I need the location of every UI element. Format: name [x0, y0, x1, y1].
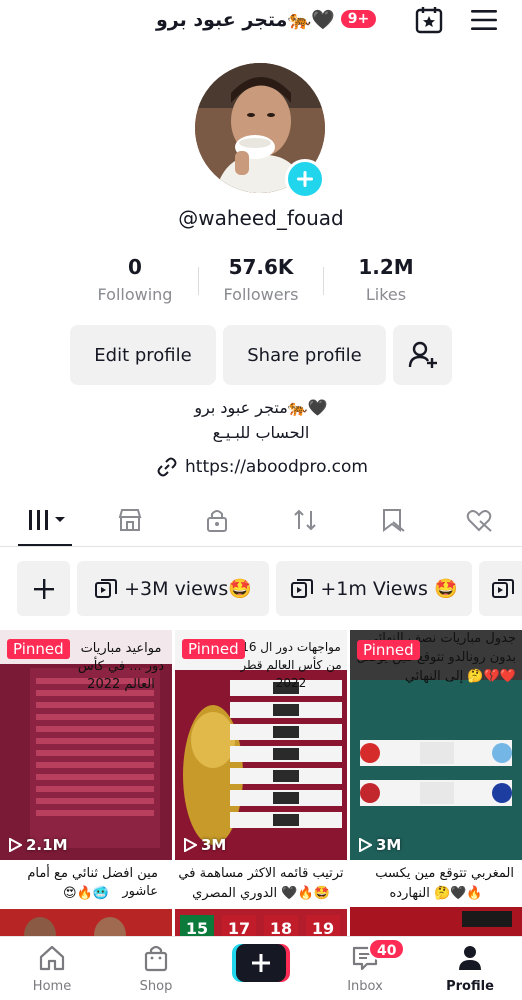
profile-title: متجر عبود برو🐅🖤 — [156, 8, 335, 31]
playlist-icon — [95, 578, 118, 598]
nav-shop[interactable]: Shop — [121, 943, 191, 994]
video-tile[interactable]: مواعيد مباريات دور ... في كأس العالم 202… — [0, 630, 172, 860]
play-icon — [184, 838, 197, 852]
videos-grid-tab-icon[interactable] — [27, 507, 71, 533]
view-count: 3M — [183, 836, 226, 854]
active-tab-indicator — [18, 544, 72, 546]
profile-icon — [459, 946, 481, 970]
pinned-badge: Pinned — [7, 639, 70, 659]
playlist-chip[interactable]: +3M views🤩 — [77, 561, 269, 616]
inbox-badge: 40 — [368, 938, 406, 960]
plus-icon — [297, 171, 313, 187]
top-bar: متجر عبود برو🐅🖤 9+ — [0, 0, 522, 40]
video-caption-line-2: 😍🔥🥶 — [63, 886, 109, 901]
video-tile[interactable]: جدول مباريات نصف النهائي بدون رونالدو تت… — [350, 630, 522, 860]
view-count-text: 3M — [376, 836, 402, 854]
video-tile[interactable]: ترتيب قائمه الاكثر مساهمة في الدوري المص… — [175, 863, 347, 945]
notification-badge: 9+ — [340, 10, 377, 28]
video-tile[interactable]: المغربي تتوقع مين يكسب النهارده 🤔🖤🔥 — [350, 863, 522, 945]
playlist-chips: +3M views🤩 +1m Views 🤩 — [0, 561, 522, 617]
view-count: 3M — [358, 836, 401, 854]
video-caption-line-3: إلى النهائي 🤔💔❤️ — [404, 669, 516, 684]
nav-label: Profile — [446, 979, 494, 994]
profile-tabs — [0, 495, 522, 547]
link-icon — [157, 457, 177, 477]
video-caption: المغربي تتوقع مين يكسب — [375, 866, 514, 881]
nav-label: Home — [32, 979, 72, 994]
profile-stats: 0 Following 57.6K Followers 1.2M Likes — [0, 255, 522, 315]
playlist-label: +3M views🤩 — [124, 578, 252, 600]
hamburger-menu-icon[interactable] — [470, 8, 498, 32]
stat-value: 1.2M — [358, 255, 414, 279]
view-count-text: 2.1M — [26, 836, 68, 854]
shop-tab-icon[interactable] — [117, 507, 143, 533]
video-tile[interactable]: مواجهات دور ال 16 من كأس العالم قطر 2022… — [175, 630, 347, 860]
repost-tab-icon[interactable] — [292, 507, 318, 533]
video-caption-line-2: النهارده 🤔🖤🔥 — [389, 886, 483, 901]
playlist-label: +1m Views 🤩 — [320, 578, 458, 600]
nav-label: Inbox — [347, 979, 383, 994]
username: @waheed_fouad — [178, 206, 344, 230]
profile-link[interactable]: https://aboodpro.com — [157, 457, 368, 477]
add-friends-button[interactable] — [393, 325, 452, 385]
pinned-badge: Pinned — [182, 639, 245, 659]
play-icon — [9, 838, 22, 852]
view-count: 2.1M — [8, 836, 68, 854]
edit-profile-button[interactable]: Edit profile — [70, 325, 216, 385]
add-playlist-button[interactable] — [17, 561, 70, 616]
pinned-badge: Pinned — [357, 640, 420, 660]
video-caption-line-2: الدوري المصري 🖤🔥🤩 — [192, 886, 330, 901]
create-post-button[interactable] — [232, 944, 290, 982]
add-avatar-button[interactable] — [285, 159, 325, 199]
video-grid: مواعيد مباريات دور ... في كأس العالم 202… — [0, 630, 522, 945]
play-icon — [359, 838, 372, 852]
bio-line-1: متجر عبود برو🐅🖤 — [194, 398, 328, 417]
liked-tab-icon[interactable] — [466, 507, 492, 533]
plus-icon — [33, 578, 54, 599]
nav-profile[interactable]: Profile — [435, 943, 505, 994]
favorites-tab-icon[interactable] — [379, 507, 405, 533]
home-icon — [39, 945, 65, 971]
video-tile[interactable]: مين افضل ثنائي مع أمام عاشور 😍🔥🥶 — [0, 863, 172, 945]
video-caption: ترتيب قائمه الاكثر مساهمة في — [178, 866, 344, 881]
stat-label: Likes — [365, 285, 407, 304]
stat-likes[interactable]: 1.2M Likes — [311, 255, 461, 304]
playlist-icon — [492, 578, 514, 598]
nav-label: Shop — [139, 979, 173, 994]
nav-home[interactable]: Home — [17, 943, 87, 994]
playlist-icon — [291, 578, 314, 598]
playlist-chip[interactable]: +1m Views 🤩 — [276, 561, 472, 616]
calendar-star-icon[interactable] — [414, 5, 444, 35]
bio-line-2: الحساب للبـيـع — [212, 423, 310, 442]
add-person-icon — [408, 341, 437, 368]
link-text: https://aboodpro.com — [185, 457, 368, 477]
shopping-bag-icon — [144, 945, 168, 972]
view-count-text: 3M — [201, 836, 227, 854]
share-profile-button[interactable]: Share profile — [223, 325, 386, 385]
account-switcher[interactable]: متجر عبود برو🐅🖤 9+ — [156, 6, 377, 32]
lock-tab-icon[interactable] — [204, 507, 230, 533]
playlist-chip[interactable] — [479, 561, 522, 616]
